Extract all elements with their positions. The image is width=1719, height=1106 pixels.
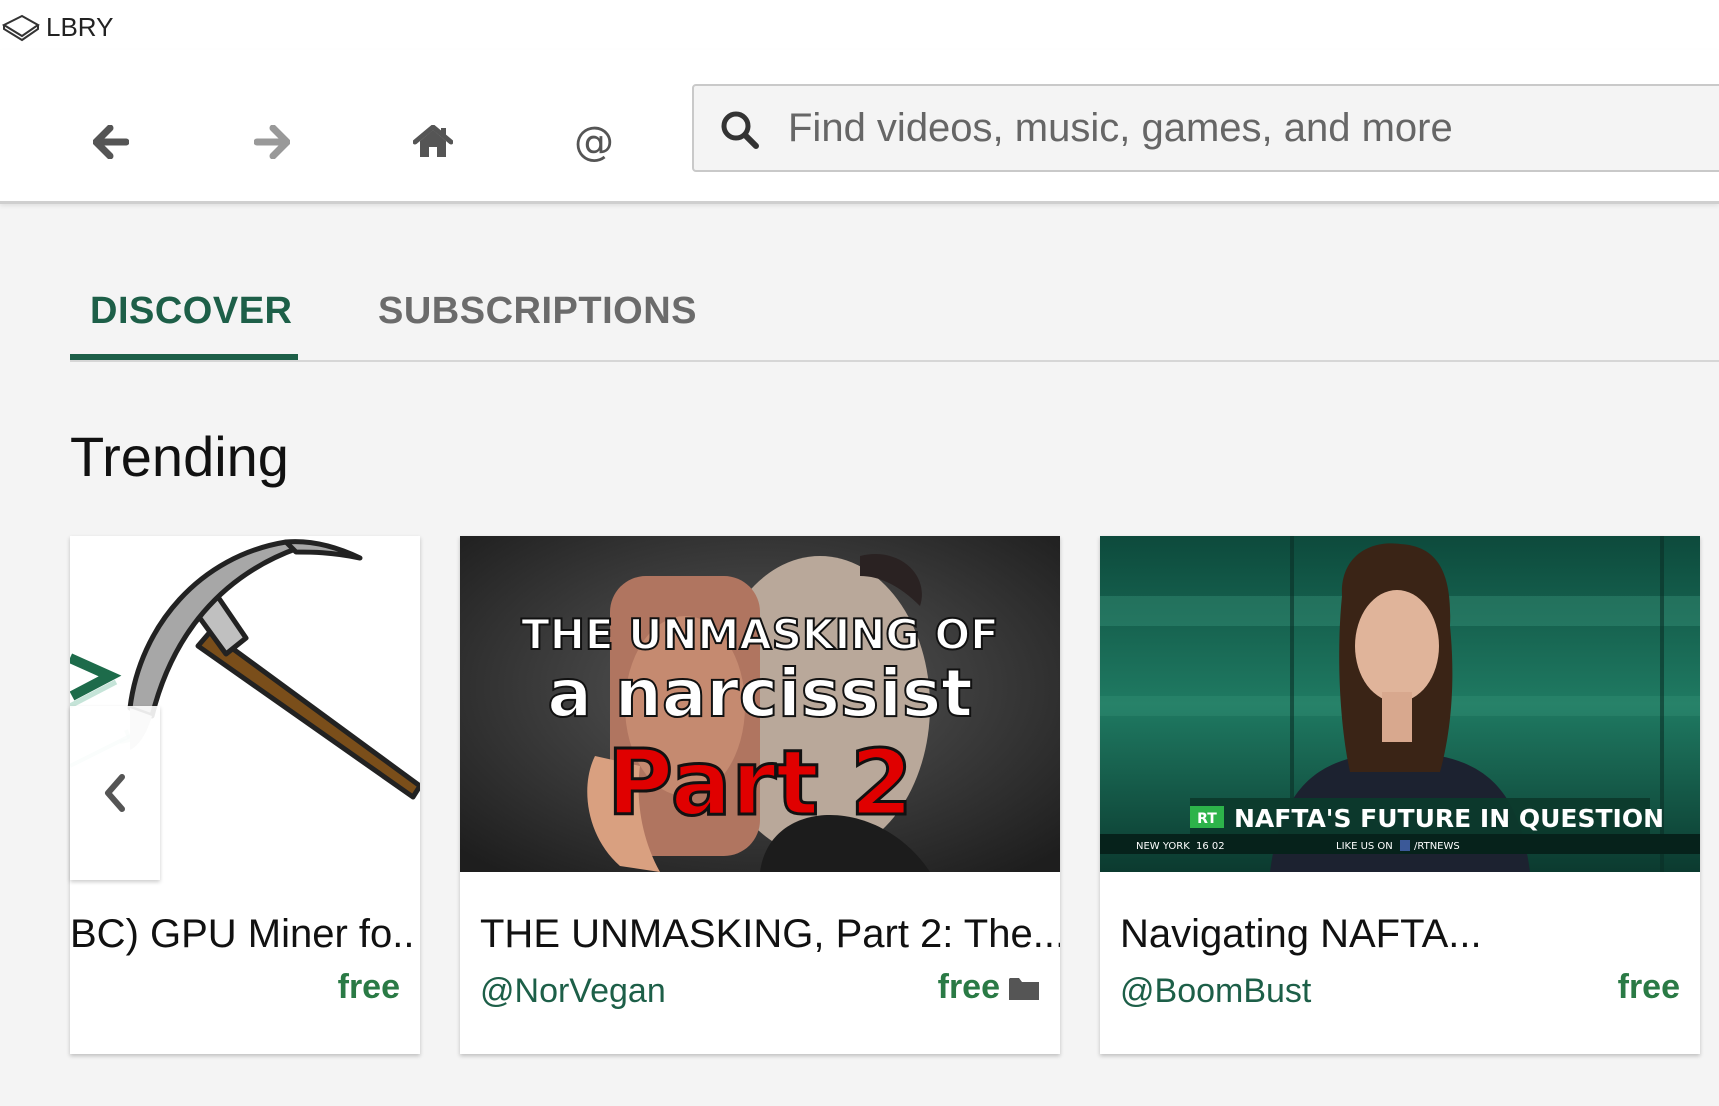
card-channel-link[interactable]: @NorVegan: [480, 972, 666, 1011]
facebook-icon: [1400, 840, 1410, 851]
back-button[interactable]: [75, 106, 147, 178]
card-price: free: [937, 968, 1000, 1006]
content-card[interactable]: THE UNMASKING OF a narcissist Part 2 THE…: [460, 536, 1060, 1054]
lbry-logo-icon: [2, 14, 40, 42]
card-thumbnail: THE UNMASKING OF a narcissist Part 2: [460, 536, 1060, 872]
nafta-thumbnail-image: RT NAFTA'S FUTURE IN QUESTION NEW YORK 1…: [1100, 536, 1700, 872]
card-price: free: [337, 968, 400, 1006]
at-icon: @: [574, 119, 614, 165]
tab-bar: DISCOVER SUBSCRIPTIONS: [70, 282, 1719, 362]
card-thumbnail: RT NAFTA'S FUTURE IN QUESTION NEW YORK 1…: [1100, 536, 1700, 872]
card-price: free: [1617, 968, 1680, 1006]
window-titlebar: LBRY: [0, 0, 1719, 50]
unmasking-thumbnail-image: THE UNMASKING OF a narcissist Part 2: [460, 536, 1060, 872]
arrow-right-icon: [254, 125, 290, 159]
thumb-social-prefix: LIKE US ON: [1336, 841, 1393, 852]
top-header: @: [0, 50, 1719, 204]
search-bar[interactable]: [692, 84, 1719, 172]
home-button[interactable]: [397, 106, 469, 178]
tab-discover[interactable]: DISCOVER: [90, 290, 292, 333]
active-tab-indicator: [70, 354, 298, 360]
card-title: THE UNMASKING, Part 2: The...: [480, 912, 1060, 956]
card-title: BC) GPU Miner fo..: [70, 912, 415, 956]
search-icon: [721, 111, 759, 149]
tab-subscriptions[interactable]: SUBSCRIPTIONS: [378, 290, 697, 333]
search-input[interactable]: [788, 102, 1688, 154]
thumb-time: 16 02: [1196, 841, 1225, 852]
thumb-headline: NAFTA'S FUTURE IN QUESTION: [1234, 804, 1664, 833]
thumb-social-handle: /RTNEWS: [1414, 841, 1460, 852]
folder-icon: [1009, 978, 1039, 1000]
thumb-location: NEW YORK: [1136, 841, 1190, 852]
card-channel-link[interactable]: @BoomBust: [1120, 972, 1311, 1011]
chevron-left-icon: [105, 774, 125, 812]
channels-button[interactable]: @: [558, 106, 630, 178]
app-title: LBRY: [46, 12, 114, 42]
thumb-text-line2: a narcissist: [547, 655, 972, 732]
scroll-left-button[interactable]: [70, 706, 160, 880]
card-title: Navigating NAFTA...: [1120, 912, 1482, 956]
section-title: Trending: [70, 425, 289, 488]
thumb-text-line1: THE UNMASKING OF: [521, 610, 999, 659]
forward-button[interactable]: [236, 106, 308, 178]
thumb-rt-logo: RT: [1197, 811, 1217, 827]
content-card[interactable]: RT NAFTA'S FUTURE IN QUESTION NEW YORK 1…: [1100, 536, 1700, 1054]
home-icon: [413, 125, 453, 157]
arrow-left-icon: [93, 125, 129, 159]
thumb-text-line3: Part 2: [607, 731, 913, 836]
